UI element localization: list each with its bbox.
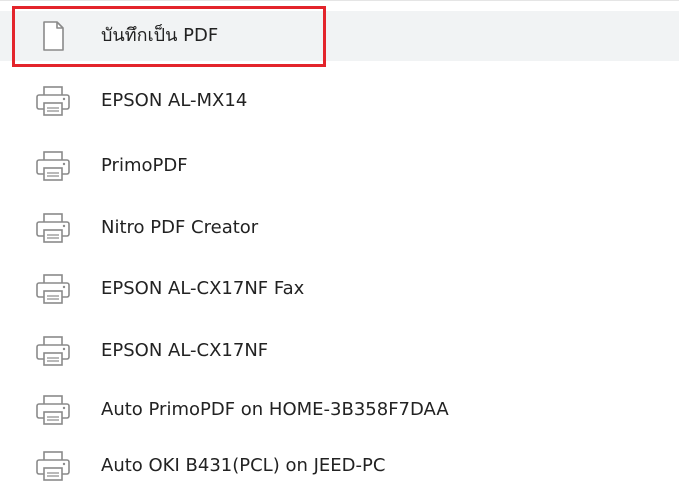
destination-item-save-as-pdf[interactable]: บันทึกเป็น PDF [0, 11, 679, 61]
destination-item-auto-oki-b431[interactable]: Auto OKI B431(PCL) on JEED-PC [0, 441, 679, 491]
destination-item-label: EPSON AL-CX17NF [101, 340, 269, 361]
destination-item-label: Nitro PDF Creator [101, 217, 259, 238]
destination-item-epson-al-cx17nf-fax[interactable]: EPSON AL-CX17NF Fax [0, 264, 679, 314]
destination-item-label: PrimoPDF [101, 155, 188, 176]
printer-icon [34, 212, 72, 244]
printer-icon [34, 394, 72, 426]
printer-icon [34, 150, 72, 182]
printer-icon [34, 450, 72, 482]
destination-item-label: Auto OKI B431(PCL) on JEED-PC [101, 455, 386, 476]
destination-item-label: EPSON AL-MX14 [101, 90, 248, 111]
document-icon [34, 20, 72, 52]
destination-item-epson-al-cx17nf[interactable]: EPSON AL-CX17NF [0, 326, 679, 376]
destination-item-auto-primopdf[interactable]: Auto PrimoPDF on HOME-3B358F7DAA [0, 385, 679, 435]
destination-list: บันทึกเป็น PDF EPSON AL-MX14 PrimoPDF Ni… [0, 0, 679, 491]
destination-item-epson-al-mx14[interactable]: EPSON AL-MX14 [0, 76, 679, 126]
printer-icon [34, 85, 72, 117]
printer-icon [34, 273, 72, 305]
destination-item-primopdf[interactable]: PrimoPDF [0, 141, 679, 191]
printer-icon [34, 335, 72, 367]
destination-item-label: Auto PrimoPDF on HOME-3B358F7DAA [101, 399, 449, 420]
destination-item-label: EPSON AL-CX17NF Fax [101, 278, 305, 299]
destination-item-label: บันทึกเป็น PDF [101, 25, 219, 46]
destination-item-nitro-pdf-creator[interactable]: Nitro PDF Creator [0, 203, 679, 253]
destination-picker: บันทึกเป็น PDF EPSON AL-MX14 PrimoPDF Ni… [0, 0, 679, 491]
